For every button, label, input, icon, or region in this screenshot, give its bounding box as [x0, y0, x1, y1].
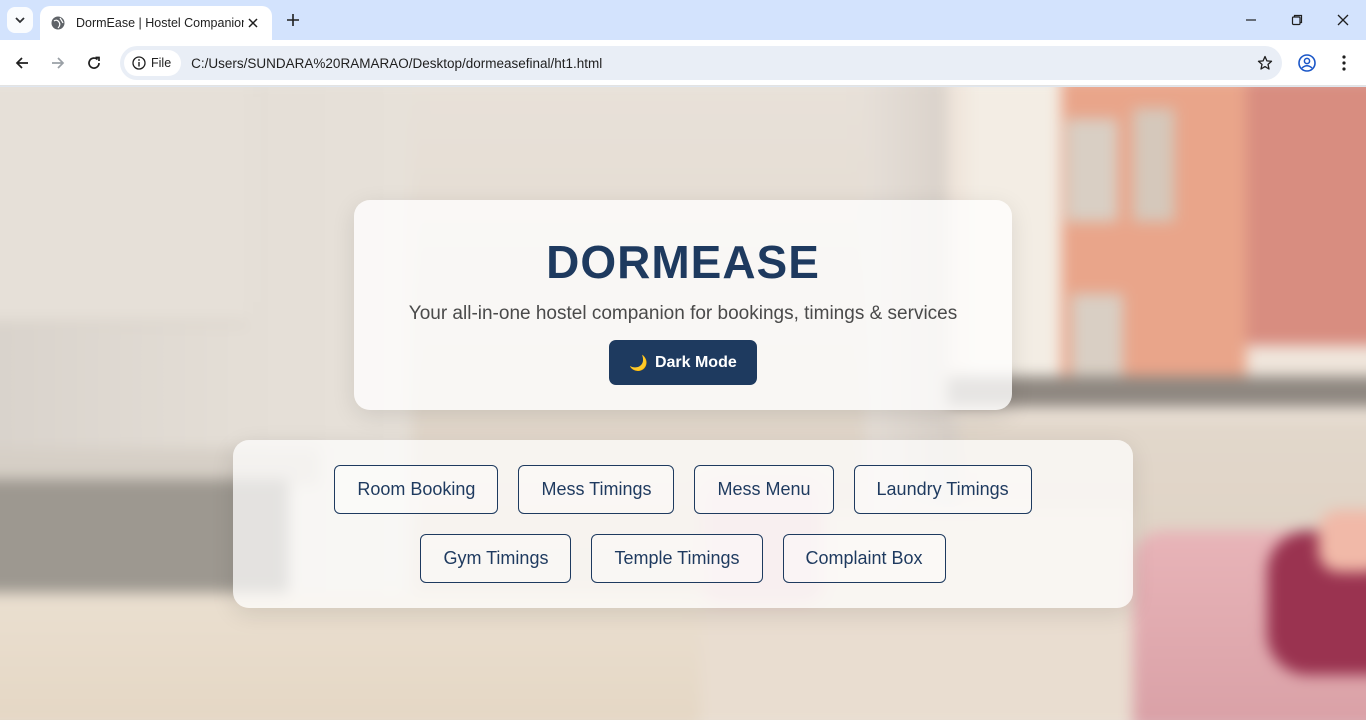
restore-button[interactable] [1274, 0, 1320, 40]
browser-tab-bar: DormEase | Hostel Companion [0, 0, 1366, 40]
mess-timings-button[interactable]: Mess Timings [518, 465, 675, 514]
site-chip-label: File [151, 56, 172, 70]
tab-title: DormEase | Hostel Companion [76, 16, 244, 30]
site-info-chip[interactable]: File [124, 50, 182, 76]
browser-tab[interactable]: DormEase | Hostel Companion [40, 6, 272, 40]
chevron-down-icon [15, 17, 25, 24]
page-viewport: DORMEASE Your all-in-one hostel companio… [0, 87, 1366, 720]
plus-icon [287, 14, 299, 26]
minimize-icon [1246, 19, 1256, 21]
dark-mode-label: Dark Mode [654, 353, 737, 371]
url-text[interactable]: C:/Users/SUNDARA%20RAMARAO/Desktop/dorme… [191, 56, 1248, 71]
reload-icon [88, 56, 100, 69]
arrow-left-icon [15, 57, 28, 69]
forward-button[interactable] [44, 49, 72, 77]
profile-button[interactable] [1293, 49, 1321, 77]
page-title: DORMEASE [546, 236, 820, 288]
browser-menu-button[interactable] [1330, 49, 1358, 77]
minimize-button[interactable] [1228, 0, 1274, 40]
gym-timings-button[interactable]: Gym Timings [420, 534, 572, 583]
moon-icon: 🌙 [629, 354, 648, 372]
arrow-right-icon [52, 57, 65, 69]
room-booking-button[interactable]: Room Booking [334, 465, 499, 514]
address-bar[interactable]: File C:/Users/SUNDARA%20RAMARAO/Desktop/… [120, 46, 1282, 80]
close-icon [1337, 14, 1349, 26]
more-vertical-icon [1342, 55, 1346, 71]
restore-icon [1291, 14, 1303, 26]
close-window-button[interactable] [1320, 0, 1366, 40]
back-button[interactable] [8, 49, 36, 77]
services-row-2: Gym Timings Temple Timings Complaint Box [233, 534, 1133, 583]
hero-card: DORMEASE Your all-in-one hostel companio… [354, 200, 1012, 410]
complaint-box-button[interactable]: Complaint Box [782, 534, 946, 583]
profile-icon [1298, 54, 1316, 72]
temple-timings-button[interactable]: Temple Timings [591, 534, 763, 583]
mess-menu-button[interactable]: Mess Menu [694, 465, 834, 514]
new-tab-button[interactable] [282, 9, 304, 31]
browser-toolbar: File C:/Users/SUNDARA%20RAMARAO/Desktop/… [0, 40, 1366, 86]
page-subtitle: Your all-in-one hostel companion for boo… [408, 303, 958, 324]
info-icon [132, 56, 146, 70]
dark-mode-button[interactable]: 🌙 Dark Mode [609, 340, 757, 385]
tab-search-button[interactable] [7, 7, 33, 33]
laundry-timings-button[interactable]: Laundry Timings [853, 465, 1032, 514]
close-icon[interactable] [244, 14, 262, 32]
globe-icon [50, 15, 66, 31]
bookmark-star-icon[interactable] [1248, 55, 1282, 71]
reload-button[interactable] [80, 49, 108, 77]
services-row-1: Room Booking Mess Timings Mess Menu Laun… [233, 465, 1133, 514]
services-menu-card: Room Booking Mess Timings Mess Menu Laun… [233, 440, 1133, 608]
